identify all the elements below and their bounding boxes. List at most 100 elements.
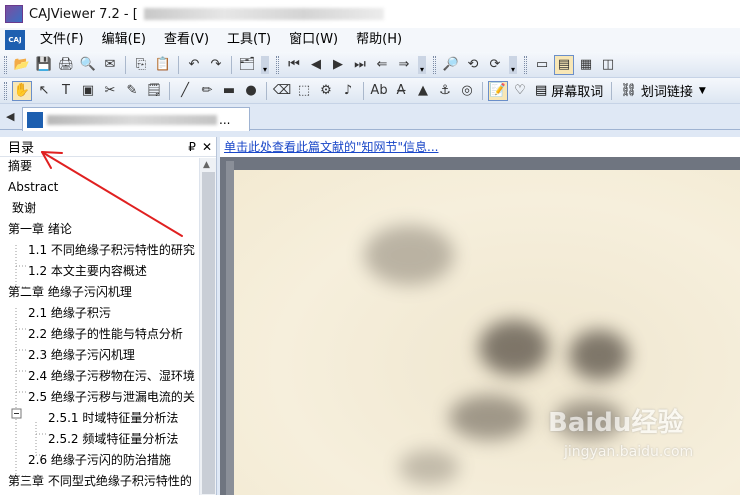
strikeout-icon[interactable]: A̶ <box>391 81 411 101</box>
pencil-icon[interactable]: ✏ <box>197 81 217 101</box>
rectangle-icon[interactable]: ▬ <box>219 81 239 101</box>
toolbar-grip[interactable] <box>276 55 279 74</box>
document-tab[interactable]: ... <box>22 107 250 131</box>
translate-icon[interactable]: ♡ <box>510 81 530 101</box>
ellipse-icon[interactable]: ● <box>241 81 261 101</box>
redo-icon[interactable]: ↷ <box>206 55 226 75</box>
email-icon[interactable]: ✉ <box>100 55 120 75</box>
toc-scrollbar[interactable]: ▲ <box>199 158 216 495</box>
toolbar-grip[interactable] <box>4 55 7 74</box>
screen-word-label: 屏幕取词 <box>551 85 604 100</box>
text-select-icon[interactable]: T <box>56 81 76 101</box>
pin-icon[interactable]: ₽ <box>188 140 196 154</box>
anchor-icon[interactable]: ⚓ <box>435 81 455 101</box>
scroll-up-icon[interactable]: ▲ <box>203 160 210 170</box>
toc-item-1-2[interactable]: 1.2 本文主要内容概述 <box>28 262 147 280</box>
snapshot-icon[interactable]: ✂ <box>100 81 120 101</box>
properties-icon[interactable]: 🗂 <box>237 55 257 75</box>
cnki-node-info-link[interactable]: 单击此处查看此篇文献的"知网节"信息... <box>220 137 740 157</box>
highlight-icon[interactable]: ✎ <box>122 81 142 101</box>
menu-bar: CAJ 文件(F) 编辑(E) 查看(V) 工具(T) 窗口(W) 帮助(H) <box>0 28 740 52</box>
paste-icon[interactable]: 📋 <box>153 55 173 75</box>
open-icon[interactable]: 📂 <box>12 55 32 75</box>
gear-icon[interactable]: ⚙ <box>316 81 336 101</box>
toc-item-2-5-1[interactable]: 2.5.1 时域特征量分析法 <box>48 409 178 427</box>
last-page-icon[interactable]: ⏭ <box>350 55 370 75</box>
separator <box>266 81 267 100</box>
menu-file[interactable]: 文件(F) <box>31 29 93 51</box>
clipboard-icon[interactable]: 📝 <box>488 80 508 101</box>
toc-item-chapter-3[interactable]: 第三章 不同型式绝缘子积污特性的 <box>8 472 192 490</box>
music-icon[interactable]: ♪ <box>338 81 358 101</box>
text-highlight-icon[interactable]: Ab <box>369 81 389 101</box>
screen-word-button[interactable]: ▤ 屏幕取词 <box>531 81 607 101</box>
single-page-icon[interactable]: ▭ <box>532 55 552 75</box>
back-icon[interactable]: ⇐ <box>372 55 392 75</box>
link-icon: ⛓ <box>620 83 637 98</box>
menu-view[interactable]: 查看(V) <box>155 29 218 51</box>
toc-item-1-1[interactable]: 1.1 不同绝缘子积污特性的研究 <box>28 241 195 259</box>
ocr-icon[interactable]: ◎ <box>457 81 477 101</box>
print-icon[interactable]: 🖨 <box>56 55 76 75</box>
toolbar-grip[interactable] <box>524 55 527 74</box>
toc-item-2-6[interactable]: 2.6 绝缘子污闪的防治措施 <box>28 451 171 469</box>
blurred-page-content <box>479 320 549 375</box>
image-select-icon[interactable]: ▣ <box>78 81 98 101</box>
toc-item-2-1[interactable]: 2.1 绝缘子积污 <box>28 304 111 322</box>
menu-help[interactable]: 帮助(H) <box>347 29 411 51</box>
line-icon[interactable]: ╱ <box>175 81 195 101</box>
toolbar-overflow-icon[interactable]: ▾ <box>418 55 426 74</box>
toolbar-grip[interactable] <box>4 81 7 100</box>
toolbar-grip[interactable] <box>433 55 436 74</box>
separator <box>169 81 170 100</box>
menu-edit[interactable]: 编辑(E) <box>93 29 155 51</box>
watermark-url: jingyan.baidu.com <box>564 444 694 460</box>
note-icon[interactable]: 🗒 <box>144 81 164 101</box>
undo-icon[interactable]: ↶ <box>184 55 204 75</box>
bookmark-icon[interactable]: ▲ <box>413 81 433 101</box>
toc-scrollbar-thumb[interactable] <box>202 172 215 494</box>
caj-logo-icon[interactable]: CAJ <box>5 30 25 50</box>
tab-scroll-left-icon[interactable]: ◀ <box>6 110 14 123</box>
toc-item-2-5[interactable]: 2.5 绝缘子污秽与泄漏电流的关 <box>28 388 195 406</box>
word-link-button[interactable]: ⛓ 划词链接 ▼ <box>616 81 713 101</box>
watermark-brand: Baidu经验 <box>548 408 684 438</box>
facing-page-icon[interactable]: ◫ <box>598 55 618 75</box>
toc-item-2-5-2[interactable]: 2.5.2 频域特征量分析法 <box>48 430 178 448</box>
app-logo-icon[interactable] <box>5 5 23 23</box>
toolbar-overflow-icon[interactable]: ▾ <box>261 55 269 74</box>
toc-panel-controls: ₽ ✕ <box>188 140 212 154</box>
rotate-right-icon[interactable]: ⟳ <box>485 55 505 75</box>
find-icon[interactable]: 🔎 <box>441 55 461 75</box>
hand-tool-icon[interactable]: ✋ <box>12 80 32 101</box>
menu-window[interactable]: 窗口(W) <box>280 29 347 51</box>
prev-page-icon[interactable]: ◀ <box>306 55 326 75</box>
stamp-icon[interactable]: ⬚ <box>294 81 314 101</box>
toc-item-abstract[interactable]: Abstract <box>8 178 58 196</box>
print-preview-icon[interactable]: 🔍 <box>78 55 98 75</box>
toc-item-2-2[interactable]: 2.2 绝缘子的性能与特点分析 <box>28 325 183 343</box>
copy-icon[interactable]: ⎘ <box>131 55 151 75</box>
toc-item-summary[interactable]: 摘要 <box>8 157 32 175</box>
forward-icon[interactable]: ⇒ <box>394 55 414 75</box>
eraser-icon[interactable]: ⌫ <box>272 81 292 101</box>
chevron-down-icon[interactable]: ▼ <box>699 86 706 96</box>
continuous-page-icon[interactable]: ▤ <box>554 54 574 75</box>
page-shadow <box>226 161 234 495</box>
toc-item-chapter-1[interactable]: 第一章 绪论 <box>8 220 72 238</box>
menu-tools[interactable]: 工具(T) <box>218 29 280 51</box>
first-page-icon[interactable]: ⏮ <box>284 55 304 75</box>
rotate-left-icon[interactable]: ⟲ <box>463 55 483 75</box>
close-icon[interactable]: ✕ <box>202 140 212 154</box>
toc-item-2-3[interactable]: 2.3 绝缘子污闪机理 <box>28 346 135 364</box>
blurred-page-content <box>569 330 629 380</box>
toc-item-2-4[interactable]: 2.4 绝缘子污秽物在污、湿环境 <box>28 367 195 385</box>
toc-item-acknowledgement[interactable]: 致谢 <box>12 199 36 217</box>
toc-item-chapter-2[interactable]: 第二章 绝缘子污闪机理 <box>8 283 132 301</box>
select-arrow-icon[interactable]: ↖ <box>34 81 54 101</box>
separator <box>363 81 364 100</box>
next-page-icon[interactable]: ▶ <box>328 55 348 75</box>
save-icon[interactable]: 💾 <box>34 55 54 75</box>
multi-page-icon[interactable]: ▦ <box>576 55 596 75</box>
toolbar-overflow-icon[interactable]: ▾ <box>509 55 517 74</box>
